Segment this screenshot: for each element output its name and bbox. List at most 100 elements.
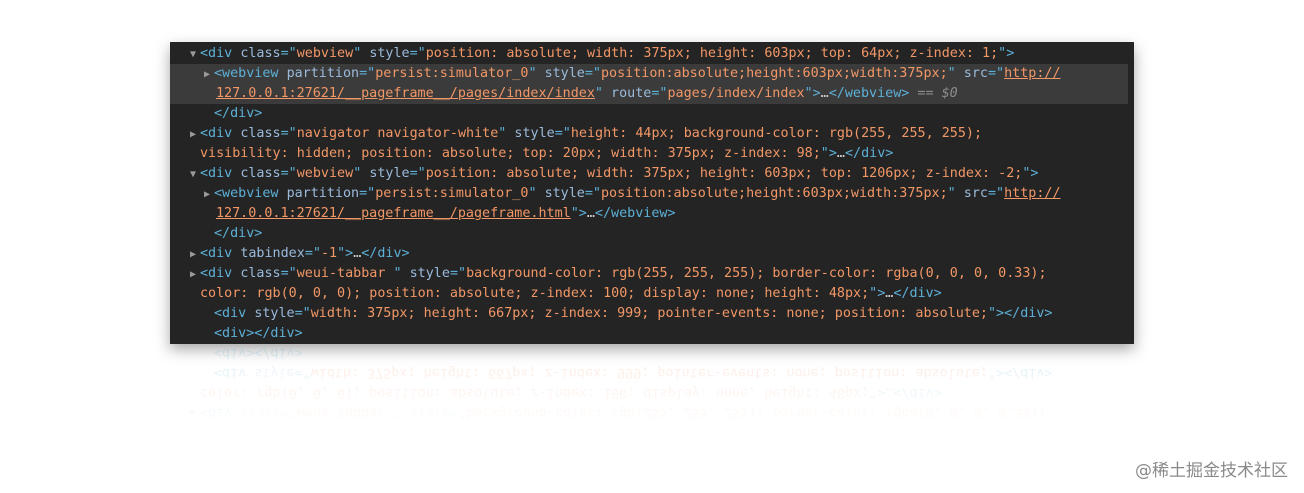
code-token: "> bbox=[804, 86, 821, 101]
code-token: webview bbox=[296, 46, 354, 61]
watermark: @稀土掘金技术社区 bbox=[1135, 461, 1288, 481]
code-token: =" bbox=[280, 266, 297, 281]
panel-reflection: ▶<div tabindex="-1">…</div>▶<div class="… bbox=[170, 344, 1134, 454]
code-token: =" bbox=[584, 66, 601, 81]
dom-line[interactable]: </div> bbox=[170, 224, 1134, 244]
dom-line[interactable]: ▶ <div class="navigator navigator-white" … bbox=[170, 124, 1134, 144]
code-token: … bbox=[836, 146, 845, 161]
code-token: src bbox=[963, 66, 988, 81]
code-token: <div bbox=[200, 246, 241, 261]
code-token: </div> bbox=[844, 146, 894, 161]
dom-line[interactable]: 127.0.0.1:27621/__pageframe__/pages/inde… bbox=[170, 84, 1134, 104]
code-token: style bbox=[369, 166, 410, 181]
dom-line[interactable]: <div style="width: 375px; height: 667px;… bbox=[170, 304, 1134, 324]
dom-line[interactable]: ▶ <div tabindex="-1">…</div> bbox=[170, 244, 1134, 264]
code-token: position:absolute;height:603px;width:375… bbox=[601, 66, 948, 81]
dom-line[interactable]: <div></div> bbox=[170, 324, 1134, 344]
code-token: partition bbox=[286, 66, 360, 81]
code-token: " bbox=[528, 66, 545, 81]
code-token: "> bbox=[1022, 166, 1039, 181]
code-token: -1 bbox=[320, 246, 338, 261]
code-token: position: absolute; width: 375px; height… bbox=[425, 166, 1023, 181]
code-token: </div> bbox=[214, 226, 263, 241]
code-token: <webview bbox=[214, 66, 287, 81]
expand-caret-icon[interactable]: ▼ bbox=[190, 165, 200, 185]
code-token: =" bbox=[280, 166, 297, 181]
code-token: http:// bbox=[1004, 186, 1061, 201]
code-token: class bbox=[240, 46, 281, 61]
code-token: </webview> bbox=[594, 206, 676, 221]
code-token: color: rgb(0, 0, 0); position: absolute;… bbox=[200, 286, 870, 301]
code-token: =" bbox=[987, 66, 1005, 81]
code-token: =" bbox=[304, 246, 321, 261]
expand-caret-icon[interactable]: ▼ bbox=[190, 45, 200, 65]
code-token: weui-tabbar bbox=[296, 266, 394, 281]
code-token: " bbox=[947, 66, 964, 81]
code-token: " bbox=[594, 86, 612, 101]
code-token: style bbox=[544, 186, 585, 201]
code-token: =" bbox=[449, 266, 467, 281]
collapse-caret-icon[interactable]: ▶ bbox=[190, 245, 200, 265]
code-token: "> bbox=[820, 146, 837, 161]
collapse-caret-icon[interactable]: ▶ bbox=[204, 185, 214, 205]
code-token: pages/index/index bbox=[667, 86, 805, 101]
code-token: 127.0.0.1:27621/__pageframe__/pages/inde… bbox=[216, 86, 595, 101]
code-token: style bbox=[254, 306, 295, 321]
code-token: " bbox=[947, 186, 964, 201]
code-token: </div> bbox=[893, 286, 942, 301]
code-token: style bbox=[369, 46, 410, 61]
collapse-caret-icon[interactable]: ▶ bbox=[190, 265, 200, 285]
code-token: partition bbox=[286, 186, 360, 201]
code-token: " bbox=[528, 186, 545, 201]
code-token: " bbox=[498, 126, 515, 141]
code-token: <div bbox=[200, 126, 241, 141]
code-token: "> bbox=[570, 206, 587, 221]
code-token: " bbox=[353, 166, 370, 181]
code-token: position: absolute; width: 375px; height… bbox=[425, 46, 999, 61]
code-token: background-color: rgb(255, 255, 255); bo… bbox=[466, 266, 1047, 281]
code-token: =" bbox=[987, 186, 1005, 201]
code-token: <div bbox=[200, 266, 241, 281]
code-token: =" bbox=[409, 166, 426, 181]
collapse-caret-icon[interactable]: ▶ bbox=[190, 125, 200, 145]
code-token: src bbox=[963, 186, 988, 201]
code-token: class bbox=[240, 126, 281, 141]
code-token: " bbox=[393, 266, 410, 281]
dom-line[interactable]: ▼ <div class="webview" style="position: a… bbox=[170, 164, 1134, 184]
dom-line[interactable]: 127.0.0.1:27621/__pageframe__/pageframe.… bbox=[170, 204, 1134, 224]
dom-line[interactable]: ▶ <div class="weui-tabbar " style="backgr… bbox=[170, 264, 1134, 284]
code-token: "> bbox=[998, 46, 1015, 61]
code-token: </div> bbox=[361, 246, 410, 261]
code-token: <webview bbox=[214, 186, 287, 201]
code-token: route bbox=[611, 86, 652, 101]
code-token: <div></div> bbox=[214, 326, 303, 341]
code-token: </webview> bbox=[828, 86, 910, 101]
code-token: position:absolute;height:603px;width:375… bbox=[601, 186, 948, 201]
collapse-caret-icon[interactable]: ▶ bbox=[204, 65, 214, 85]
code-token: </div> bbox=[214, 106, 263, 121]
code-token: =" bbox=[280, 126, 297, 141]
dom-line[interactable]: color: rgb(0, 0, 0); position: absolute;… bbox=[170, 284, 1134, 304]
dom-line[interactable]: ▶ <webview partition="persist:simulator_0… bbox=[170, 184, 1134, 204]
code-token: navigator navigator-white bbox=[296, 126, 499, 141]
code-token: =" bbox=[359, 66, 376, 81]
code-token: class bbox=[240, 266, 281, 281]
code-token: <div bbox=[214, 306, 255, 321]
code-token: "> bbox=[869, 286, 886, 301]
code-token: style bbox=[514, 126, 555, 141]
code-token: =" bbox=[280, 46, 297, 61]
code-token: == $0 bbox=[909, 86, 958, 101]
dom-line[interactable]: visibility: hidden; position: absolute; … bbox=[170, 144, 1134, 164]
dom-line[interactable]: </div> bbox=[170, 104, 1134, 124]
reflection-fade bbox=[170, 344, 1134, 454]
code-token: =" bbox=[359, 186, 376, 201]
code-token: "></div> bbox=[987, 306, 1053, 321]
dom-line[interactable]: ▼ <div class="webview" style="position: a… bbox=[170, 44, 1134, 64]
code-token: visibility: hidden; position: absolute; … bbox=[200, 146, 821, 161]
code-token: =" bbox=[294, 306, 311, 321]
code-token: … bbox=[820, 86, 829, 101]
code-token: =" bbox=[651, 86, 668, 101]
code-token: width: 375px; height: 667px; z-index: 99… bbox=[310, 306, 988, 321]
dom-line[interactable]: ▶ <webview partition="persist:simulator_0… bbox=[170, 64, 1134, 84]
code-token: style bbox=[409, 266, 450, 281]
